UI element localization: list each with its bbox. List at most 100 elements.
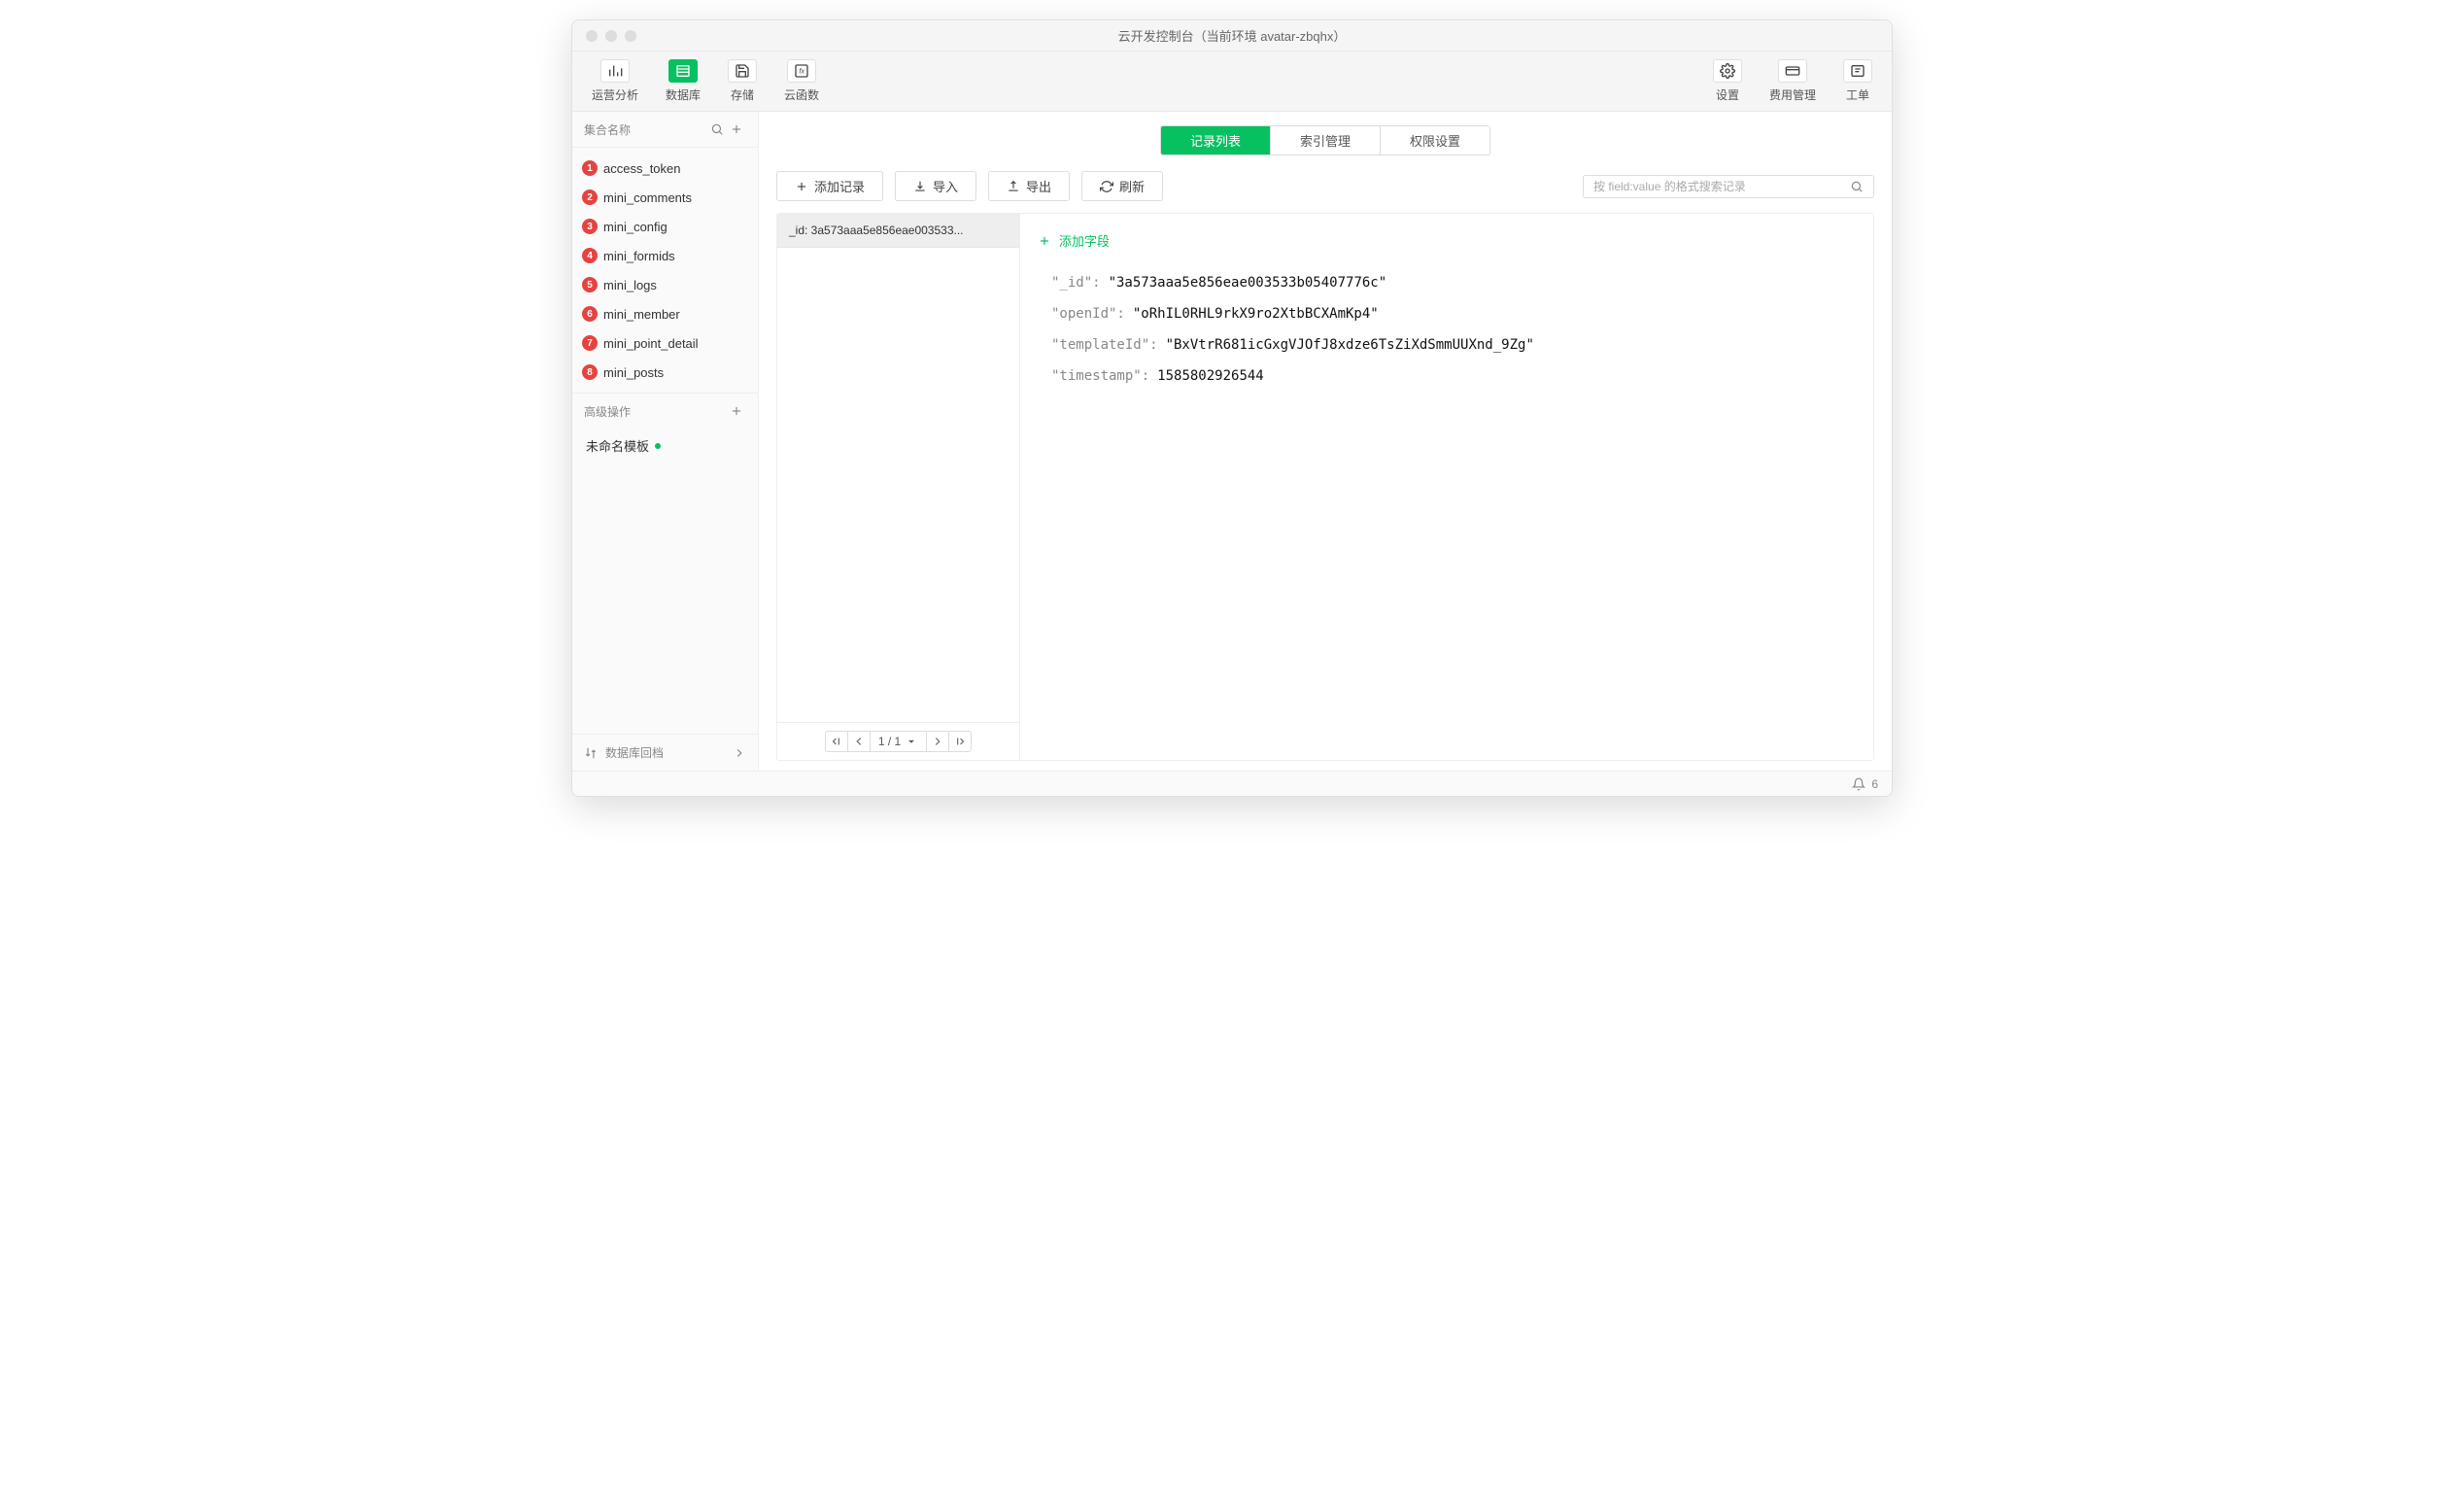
export-button[interactable]: 导出 [988,171,1070,201]
pager-prev-button[interactable] [847,731,871,752]
search-input[interactable] [1593,180,1850,193]
tab[interactable]: 记录列表 [1161,126,1271,155]
database-icon [668,59,698,83]
templates-list: 未命名模板 [572,429,758,463]
plus-icon [1038,234,1051,248]
collection-item[interactable]: 3mini_config [572,212,758,241]
nav-analytics[interactable]: 运营分析 [592,59,638,103]
bell-icon[interactable] [1852,777,1865,791]
pager-page-text: 1 / 1 [878,735,901,748]
collection-item[interactable]: 5 mini_logs [572,270,758,299]
refresh-icon [1100,180,1113,193]
detail-pane: 添加字段 "_id":"3a573aaa5e856eae003533b05407… [1020,214,1873,760]
records-list: _id: 3a573aaa5e856eae003533... [777,214,1019,248]
nav-settings[interactable]: 设置 [1713,59,1742,103]
collection-item[interactable]: 2 mini_comments [572,183,758,212]
pager-page-indicator[interactable]: 1 / 1 [870,731,927,752]
field-key: "templateId": [1051,337,1158,353]
collection-name: mini_member [603,307,680,322]
minimize-window-button[interactable] [605,30,617,42]
add-template-button[interactable] [727,401,746,421]
collection-index-badge: 8 [582,364,598,380]
sort-icon [584,746,598,760]
collection-name: mini_posts [603,365,664,380]
template-item[interactable]: 未命名模板 [572,429,758,463]
traffic-lights [572,30,636,42]
collection-item[interactable]: 6 mini_member [572,299,758,328]
tab[interactable]: 权限设置 [1381,126,1489,155]
field-key: "_id": [1051,275,1101,291]
upload-icon [1007,180,1020,193]
nav-tickets-label: 工单 [1846,86,1869,103]
nav-functions-label: 云函数 [784,86,819,103]
nav-tickets[interactable]: 工单 [1843,59,1872,103]
nav-storage[interactable]: 存储 [728,59,757,103]
collection-list: 1 access_token 2 mini_comments 3mini_config4… [572,148,758,393]
add-record-button[interactable]: 添加记录 [776,171,883,201]
nav-billing-label: 费用管理 [1769,86,1816,103]
collection-item[interactable]: 4mini_formids [572,241,758,270]
window-title: 云开发控制台（当前环境 avatar-zbqhx） [572,26,1892,45]
database-rollback-button[interactable]: 数据库回档 [572,734,758,771]
collection-item[interactable]: 7mini_point_detail [572,328,758,358]
toolbar-right: 设置 费用管理 工单 [1713,59,1872,103]
collection-item[interactable]: 1 access_token [572,154,758,183]
refresh-label: 刷新 [1119,177,1145,195]
sidebar: 集合名称 1 access_token 2 mini_comments 3mini_co… [572,112,759,771]
maximize-window-button[interactable] [625,30,636,42]
save-icon [728,59,757,83]
nav-database-label: 数据库 [666,86,701,103]
refresh-button[interactable]: 刷新 [1081,171,1163,201]
tabs: 记录列表索引管理权限设置 [1160,125,1490,155]
collection-index-badge: 7 [582,335,598,351]
records-spacer [777,248,1019,722]
pager-next-button[interactable] [926,731,949,752]
collection-index-badge: 2 [582,189,598,205]
search-box[interactable] [1583,175,1874,198]
chart-bar-icon [600,59,630,83]
download-icon [913,180,927,193]
billing-icon [1778,59,1807,83]
nav-cloud-functions[interactable]: fx 云函数 [784,59,819,103]
nav-analytics-label: 运营分析 [592,86,638,103]
nav-database[interactable]: 数据库 [666,59,701,103]
chevron-right-icon [733,746,746,760]
collection-name: access_token [603,161,681,176]
collection-index-badge: 1 [582,160,598,176]
field-row[interactable]: "_id":"3a573aaa5e856eae003533b05407776c" [1038,267,1856,298]
field-row[interactable]: "templateId":"BxVtrR681icGxgVJOfJ8xdze6T… [1038,329,1856,361]
notification-count: 6 [1871,777,1878,791]
field-value: "oRhIL0RHL9rkX9ro2XtbBCXAmKp4" [1133,306,1379,322]
collection-name: mini_logs [603,278,657,292]
content-bottom-spacer [759,761,1892,771]
field-key: "timestamp": [1051,368,1149,384]
add-field-button[interactable]: 添加字段 [1038,227,1856,267]
add-collection-button[interactable] [727,120,746,139]
nav-billing[interactable]: 费用管理 [1769,59,1816,103]
pager-first-button[interactable] [825,731,848,752]
import-button[interactable]: 导入 [895,171,976,201]
data-area: _id: 3a573aaa5e856eae003533... 1 / 1 [776,213,1874,761]
record-item[interactable]: _id: 3a573aaa5e856eae003533... [777,214,1019,248]
import-label: 导入 [933,177,958,195]
sidebar-advanced-header: 高级操作 [572,393,758,429]
field-row[interactable]: "timestamp":1585802926544 [1038,361,1856,392]
field-row[interactable]: "openId": "oRhIL0RHL9rkX9ro2XtbBCXAmKp4" [1038,298,1856,329]
collection-item[interactable]: 8 mini_posts [572,358,758,387]
function-icon: fx [787,59,816,83]
add-record-label: 添加记录 [814,177,865,195]
toolbar-left: 运营分析 数据库 存储 fx 云函数 [592,59,819,103]
status-dot-icon [655,443,661,449]
tab[interactable]: 索引管理 [1271,126,1381,155]
settings-icon [1713,59,1742,83]
pager-last-button[interactable] [948,731,972,752]
caret-down-icon [905,735,918,748]
nav-storage-label: 存储 [731,86,754,103]
sidebar-header-title: 集合名称 [584,121,707,138]
collection-name: mini_comments [603,190,692,205]
collection-index-badge: 5 [582,277,598,292]
search-collection-button[interactable] [707,120,727,139]
collection-index-badge: 6 [582,306,598,322]
close-window-button[interactable] [586,30,598,42]
field-key: "openId": [1051,306,1125,322]
